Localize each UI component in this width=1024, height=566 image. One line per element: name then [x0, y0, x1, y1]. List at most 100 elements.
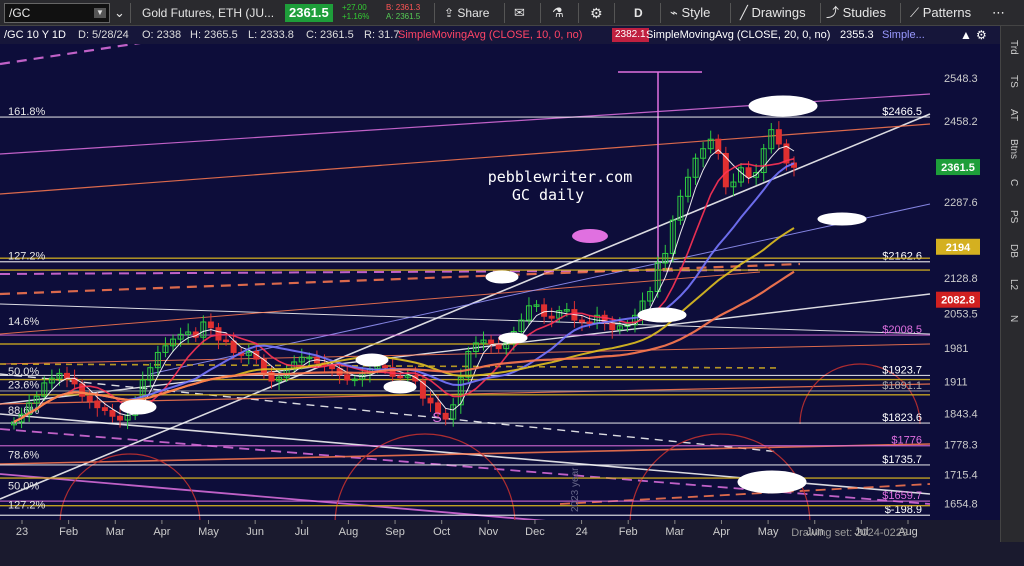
- sidebar-tab-trd[interactable]: Trd: [1004, 32, 1022, 62]
- y-tick-label: 1715.4: [944, 470, 978, 482]
- gear-icon[interactable]: ⚙: [590, 4, 603, 22]
- change-value: +27.00: [342, 3, 367, 12]
- ohlc-low: L: 2333.8: [248, 29, 294, 41]
- price-badge-label: 2082.8: [941, 295, 975, 307]
- more-icon[interactable]: ⋯: [992, 4, 1005, 22]
- x-tick-label: Apr: [713, 526, 730, 538]
- sidebar-tab-at[interactable]: AT: [1004, 100, 1022, 130]
- symbol-dropdown-icon[interactable]: ▼: [94, 8, 106, 18]
- sidebar-tab-db[interactable]: DB: [1004, 236, 1022, 266]
- candle-body: [495, 343, 502, 350]
- studies-label: Studies: [842, 5, 886, 20]
- y-tick-label: 2128.8: [944, 273, 978, 285]
- candle-body: [586, 321, 593, 324]
- x-tick-label: Sep: [385, 526, 405, 538]
- email-icon[interactable]: ✉: [514, 4, 525, 22]
- candle-body: [94, 400, 101, 409]
- fib-label: 161.8%: [8, 106, 46, 118]
- x-tick-label: Jun: [246, 526, 264, 538]
- symbol-period[interactable]: /GC 10 Y 1D: [4, 26, 66, 44]
- symbol-input[interactable]: /GC ▼: [4, 3, 110, 23]
- up-arrow-icon[interactable]: ▲: [960, 26, 972, 44]
- patterns-icon: ⟋: [910, 5, 923, 20]
- candle-body: [488, 339, 495, 345]
- instrument-name: Gold Futures, ETH (JU...: [142, 6, 275, 20]
- style-label: Style: [681, 5, 711, 20]
- candle-body: [64, 372, 71, 379]
- price-badge-label: 2194: [946, 242, 971, 254]
- x-tick-label: Feb: [619, 526, 638, 538]
- drawings-icon: ╱: [740, 5, 752, 20]
- separator: [504, 3, 505, 23]
- marker-ellipse-1: [817, 212, 867, 226]
- candle-body: [382, 365, 389, 369]
- period-button[interactable]: D: [634, 4, 643, 22]
- sidebar-tab-ps[interactable]: PS: [1004, 202, 1022, 232]
- sidebar-tab-c[interactable]: C: [1004, 168, 1022, 198]
- candle-body: [609, 322, 616, 331]
- price-level-label: $1923.7: [882, 364, 922, 376]
- candle-body: [344, 374, 351, 381]
- sidebar-tab-l2[interactable]: L2: [1004, 270, 1022, 300]
- y-tick-label: 2458.2: [944, 116, 978, 128]
- fib-label: 50.0%: [8, 480, 39, 492]
- candle-body: [541, 304, 548, 317]
- y-tick-label: 2287.6: [944, 197, 978, 209]
- sma10-label[interactable]: SimpleMovingAvg (CLOSE, 10, 0, no): [398, 26, 582, 44]
- last-price-badge: 2361.5: [285, 4, 333, 22]
- x-tick-label: Aug: [339, 526, 359, 538]
- candle-body: [442, 412, 449, 420]
- dropdown-arrow-icon[interactable]: ⌄: [114, 4, 126, 22]
- watermark-line2: GC daily: [512, 186, 584, 204]
- right-sidebar: Trd TS AT Btns C PS DB L2 N: [1000, 26, 1024, 542]
- price-level-label: $1659.7: [882, 490, 922, 502]
- more-studies-label[interactable]: Simple...: [882, 26, 925, 44]
- y-tick-label: 2053.5: [944, 309, 978, 321]
- price-level-label: $1735.7: [882, 454, 922, 466]
- sidebar-tab-n[interactable]: N: [1004, 304, 1022, 334]
- marker-ellipse-5: [355, 353, 389, 367]
- x-tick-label: 23: [16, 526, 28, 538]
- ohlc-date: D: 5/28/24: [78, 29, 129, 41]
- x-tick-label: Mar: [106, 526, 125, 538]
- candle-body: [329, 365, 336, 370]
- share-button[interactable]: ⇪ Share: [444, 4, 489, 22]
- separator: [660, 3, 661, 23]
- sidebar-tab-btns[interactable]: Btns: [1004, 134, 1022, 164]
- patterns-button[interactable]: ⟋ Patterns: [910, 4, 971, 22]
- fib-label: 127.2%: [8, 251, 46, 263]
- share-icon: ⇪: [444, 6, 458, 20]
- studies-button[interactable]: ⤴ Studies: [826, 4, 886, 22]
- candle-body: [745, 167, 752, 178]
- pink-marker-ellipse: [572, 229, 608, 243]
- y-axis: 2548.3 2458.2 2287.6 2128.8 2053.5 1981 1911 18…: [936, 44, 1000, 520]
- ohlc-close: C: 2361.5: [306, 29, 354, 41]
- sma20-value: 2355.3: [840, 29, 874, 41]
- price-chart[interactable]: $2466.5 $2162.6 $2008.5 $1923.7 $1891.1 $1823…: [0, 44, 1000, 542]
- drawings-button[interactable]: ╱ Drawings: [740, 4, 806, 22]
- separator: [614, 3, 615, 23]
- separator: [540, 3, 541, 23]
- x-tick-label: 24: [575, 526, 587, 538]
- drawings-label: Drawings: [751, 5, 806, 20]
- candle-body: [86, 395, 93, 402]
- ask-value: A: 2361.5: [386, 12, 421, 21]
- x-tick-label: Mar: [665, 526, 684, 538]
- price-level-label: $1776: [891, 435, 922, 447]
- style-button[interactable]: ⌁ Style: [670, 4, 710, 22]
- gear-icon[interactable]: ⚙: [976, 26, 987, 44]
- watermark-line1: pebblewriter.com: [488, 168, 633, 186]
- candle-body: [775, 129, 782, 145]
- price-level-label: $2466.5: [882, 106, 922, 118]
- x-tick-label: Jul: [295, 526, 309, 538]
- sma20-label[interactable]: SimpleMovingAvg (CLOSE, 20, 0, no): [646, 26, 830, 44]
- sidebar-tab-ts[interactable]: TS: [1004, 66, 1022, 96]
- candle-body: [397, 375, 404, 379]
- flask-icon[interactable]: ⚗: [552, 4, 564, 22]
- change-percent: +1.16%: [342, 12, 370, 21]
- candle-body: [427, 397, 434, 404]
- y-tick-label: 1911: [944, 376, 968, 388]
- separator: [130, 3, 131, 23]
- studies-icon: ⤴: [826, 5, 843, 20]
- x-tick-label: Dec: [525, 526, 545, 538]
